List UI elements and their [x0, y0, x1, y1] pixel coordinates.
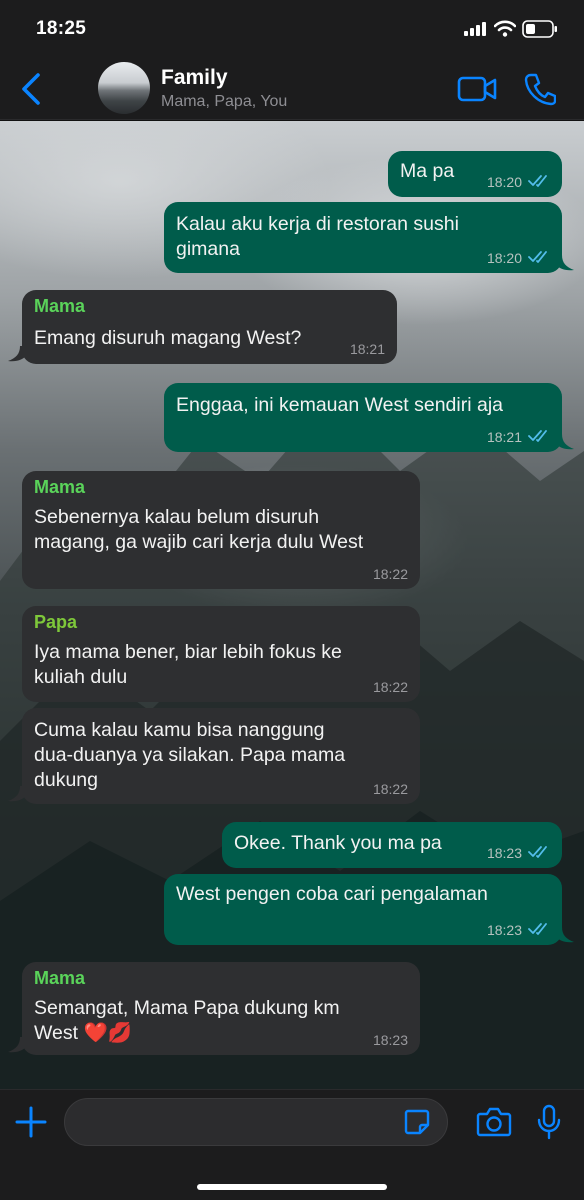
message-time: 18:20 — [486, 250, 522, 266]
message-bubble-outgoing[interactable]: Kalau aku kerja di restoran sushi gimana … — [164, 202, 562, 273]
camera-icon[interactable] — [476, 1107, 512, 1137]
chevron-left-icon[interactable] — [18, 72, 44, 106]
bubble-tail — [556, 255, 574, 271]
signal-icon — [464, 22, 486, 36]
bubble-tail — [8, 1037, 26, 1053]
chat-members[interactable]: Mama, Papa, You — [161, 93, 287, 111]
message-text: Kalau aku kerja di restoran sushi gimana — [176, 213, 459, 260]
message-text: Cuma kalau kamu bisa nanggung dua-duanya … — [34, 719, 346, 791]
message-text: Sebenernya kalau belum disuruh magang, ga… — [34, 506, 364, 553]
message-text: Semangat, Mama Papa dukung km West ❤️💋 — [34, 997, 340, 1044]
message-bubble-incoming[interactable]: Mama Semangat, Mama Papa dukung km West ❤… — [22, 962, 420, 1055]
message-time: 18:23 — [486, 922, 522, 938]
plus-icon[interactable] — [14, 1105, 48, 1139]
message-time: 18:22 — [372, 679, 408, 695]
read-receipt-icon — [528, 923, 547, 935]
home-indicator[interactable] — [197, 1184, 387, 1190]
message-time: 18:21 — [349, 341, 385, 357]
video-call-icon[interactable] — [457, 74, 497, 104]
status-bar: 18:25 — [0, 0, 584, 58]
sender-name: Papa — [34, 612, 78, 632]
message-text: West pengen coba cari pengalaman — [176, 883, 488, 905]
sender-name: Mama — [34, 296, 86, 316]
bubble-tail — [8, 786, 26, 802]
read-receipt-icon — [528, 175, 547, 187]
message-time: 18:23 — [486, 845, 522, 861]
message-text: Iya mama bener, biar lebih fokus ke kulia… — [34, 641, 342, 688]
message-time: 18:22 — [372, 566, 408, 582]
message-text: Enggaa, ini kemauan West sendiri aja — [176, 394, 503, 416]
message-text: Okee. Thank you ma pa — [234, 832, 442, 854]
message-input[interactable] — [64, 1098, 448, 1146]
read-receipt-icon — [528, 251, 547, 263]
status-time: 18:25 — [36, 18, 87, 39]
message-bubble-incoming[interactable]: Mama Emang disuruh magang West? 18:21 — [22, 290, 397, 364]
battery-icon — [522, 20, 557, 38]
sender-name: Mama — [34, 968, 86, 988]
message-time: 18:21 — [486, 429, 522, 445]
message-bubble-incoming[interactable]: Papa Iya mama bener, biar lebih fokus ke… — [22, 606, 420, 702]
group-avatar[interactable] — [98, 62, 150, 114]
message-text: Ma pa — [400, 160, 455, 182]
sender-name: Mama — [34, 477, 86, 497]
message-bubble-outgoing[interactable]: Okee. Thank you ma pa 18:23 — [222, 822, 562, 868]
chat-area[interactable]: Ma pa 18:20 Kalau aku kerja di restoran … — [0, 121, 584, 1089]
microphone-icon[interactable] — [536, 1104, 562, 1140]
bubble-tail — [8, 346, 26, 362]
message-bubble-incoming[interactable]: Mama Sebenernya kalau belum disuruh magan… — [22, 471, 420, 589]
bubble-tail — [556, 927, 574, 943]
message-time: 18:20 — [486, 174, 522, 190]
bubble-tail — [556, 434, 574, 450]
chat-header: Family Mama, Papa, You — [0, 58, 584, 120]
wifi-icon — [494, 20, 516, 37]
read-receipt-icon — [528, 846, 547, 858]
message-bubble-outgoing[interactable]: Enggaa, ini kemauan West sendiri aja 18:… — [164, 383, 562, 452]
message-bubble-outgoing[interactable]: Ma pa 18:20 — [388, 151, 562, 197]
message-time: 18:22 — [372, 781, 408, 797]
message-bubble-outgoing[interactable]: West pengen coba cari pengalaman 18:23 — [164, 874, 562, 945]
chat-title[interactable]: Family — [161, 66, 228, 90]
sticker-icon[interactable] — [403, 1108, 431, 1136]
read-receipt-icon — [528, 430, 547, 442]
message-text: Emang disuruh magang West? — [34, 327, 302, 349]
compose-bar — [0, 1089, 584, 1200]
phone-call-icon[interactable] — [524, 72, 556, 106]
message-bubble-incoming[interactable]: Cuma kalau kamu bisa nanggung dua-duanya … — [22, 708, 420, 804]
message-time: 18:23 — [372, 1032, 408, 1048]
